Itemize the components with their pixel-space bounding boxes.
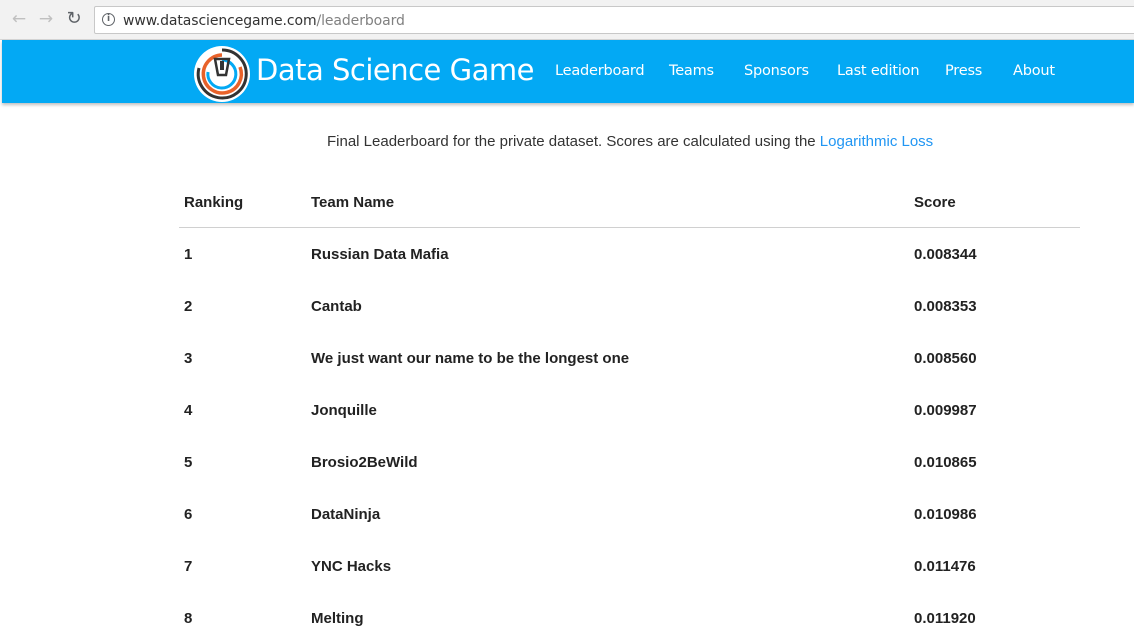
back-icon[interactable]: ← — [9, 9, 29, 29]
team-cell: YNC Hacks — [311, 557, 392, 575]
rank-cell: 5 — [184, 453, 193, 471]
nav-press[interactable]: Press — [945, 63, 982, 79]
score-cell: 0.008353 — [914, 297, 977, 315]
nav-last-edition[interactable]: Last edition — [837, 63, 920, 79]
team-cell: Cantab — [311, 297, 362, 315]
leaderboard-description: Final Leaderboard for the private datase… — [327, 133, 933, 150]
team-cell: DataNinja — [311, 505, 381, 523]
rank-cell: 2 — [184, 297, 193, 315]
browser-toolbar: ← → ↻ i www.datasciencegame.com/leaderbo… — [0, 0, 1134, 40]
description-text: Final Leaderboard for the private datase… — [327, 133, 820, 150]
nav-leaderboard[interactable]: Leaderboard — [555, 63, 645, 79]
team-cell: Jonquille — [311, 401, 377, 419]
url-path: /leaderboard — [316, 13, 405, 29]
score-cell: 0.009987 — [914, 401, 977, 419]
rank-cell: 6 — [184, 505, 193, 523]
address-bar[interactable]: i www.datasciencegame.com/leaderboard — [94, 6, 1134, 34]
score-cell: 0.008560 — [914, 349, 977, 367]
score-cell: 0.011476 — [914, 557, 976, 575]
nav-about[interactable]: About — [1013, 63, 1055, 79]
team-cell: Russian Data Mafia — [311, 245, 449, 263]
header-score: Score — [914, 178, 1080, 228]
header-team-name: Team Name — [311, 178, 914, 228]
header-ranking: Ranking — [179, 178, 311, 228]
info-icon[interactable]: i — [102, 13, 115, 26]
rank-cell: 1 — [184, 245, 193, 263]
score-cell: 0.010865 — [914, 453, 977, 471]
rank-cell: 8 — [184, 609, 193, 627]
log-loss-link[interactable]: Logarithmic Loss — [820, 133, 933, 150]
forward-icon[interactable]: → — [36, 9, 56, 29]
table-row: 2 Cantab 0.008353 — [179, 280, 1080, 332]
table-header-row: Ranking Team Name Score — [179, 178, 1080, 228]
score-cell: 0.008344 — [914, 245, 977, 263]
rank-cell: 7 — [184, 557, 193, 575]
table-row: 8 Melting 0.011920 — [179, 592, 1080, 644]
url-host: www.datasciencegame.com — [123, 13, 317, 29]
table-row: 1 Russian Data Mafia 0.008344 — [179, 228, 1080, 281]
brand-title[interactable]: Data Science Game — [256, 53, 534, 87]
logo-icon[interactable] — [193, 45, 251, 103]
team-cell: Melting — [311, 609, 364, 627]
team-cell: Brosio2BeWild — [311, 453, 418, 471]
table-row: 5 Brosio2BeWild 0.010865 — [179, 436, 1080, 488]
leaderboard-table: Ranking Team Name Score 1 Russian Data M… — [179, 178, 1080, 644]
table-row: 6 DataNinja 0.010986 — [179, 488, 1080, 540]
table-row: 7 YNC Hacks 0.011476 — [179, 540, 1080, 592]
team-cell: We just want our name to be the longest … — [311, 349, 630, 367]
site-header: Data Science Game Leaderboard Teams Spon… — [2, 40, 1134, 103]
score-cell: 0.010986 — [914, 505, 977, 523]
table-row: 4 Jonquille 0.009987 — [179, 384, 1080, 436]
rank-cell: 4 — [184, 401, 193, 419]
reload-icon[interactable]: ↻ — [64, 9, 84, 29]
nav-teams[interactable]: Teams — [669, 63, 714, 79]
rank-cell: 3 — [184, 349, 193, 367]
nav-sponsors[interactable]: Sponsors — [744, 63, 809, 79]
table-row: 3 We just want our name to be the longes… — [179, 332, 1080, 384]
score-cell: 0.011920 — [914, 609, 976, 627]
url-text[interactable]: www.datasciencegame.com/leaderboard — [123, 13, 405, 29]
